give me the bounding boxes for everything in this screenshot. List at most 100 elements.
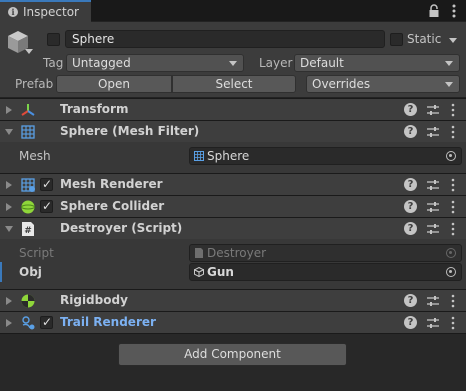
icon-dropdown-arrow-icon[interactable]	[25, 49, 33, 55]
enabled-checkbox[interactable]	[40, 177, 53, 191]
enabled-checkbox[interactable]	[40, 199, 53, 213]
static-dropdown-arrow-icon[interactable]	[449, 38, 457, 44]
prefab-label: Prefab	[15, 77, 54, 91]
preset-sliders-icon[interactable]	[426, 294, 440, 308]
name-field[interactable]: Sphere	[65, 30, 385, 48]
layer-dropdown[interactable]: Default	[294, 54, 460, 72]
prefab-overrides-dropdown[interactable]: Overrides	[306, 75, 460, 93]
tag-label: Tag	[43, 56, 64, 70]
help-icon[interactable]: ?	[404, 222, 417, 235]
component-menu-icon[interactable]	[450, 178, 456, 192]
component-mesh-filter[interactable]: Sphere (Mesh Filter) ?	[0, 120, 466, 142]
component-menu-icon[interactable]	[450, 222, 456, 236]
component-title: Sphere (Mesh Filter)	[60, 124, 200, 138]
component-menu-icon[interactable]	[450, 200, 456, 214]
object-picker-icon[interactable]	[446, 151, 456, 161]
object-picker-icon[interactable]	[446, 267, 456, 277]
component-transform[interactable]: Transform ?	[0, 98, 466, 120]
script-value: Destroyer	[207, 246, 267, 260]
help-icon[interactable]: ?	[404, 200, 417, 213]
tab-inspector[interactable]: i Inspector	[0, 0, 91, 22]
preset-sliders-icon[interactable]	[426, 222, 440, 236]
static-checkbox[interactable]	[390, 33, 403, 46]
component-menu-icon[interactable]	[450, 316, 456, 330]
static-label: Static	[407, 32, 442, 46]
component-menu-icon[interactable]	[450, 103, 456, 117]
obj-value: Gun	[207, 265, 234, 279]
obj-object-field[interactable]: Gun	[189, 263, 462, 281]
svg-text:#: #	[24, 226, 32, 236]
preset-sliders-icon[interactable]	[426, 178, 440, 192]
overrides-label: Overrides	[312, 77, 371, 91]
tag-value: Untagged	[72, 56, 131, 70]
gameobject-cube-icon	[194, 267, 204, 277]
component-title: Trail Renderer	[60, 315, 156, 329]
component-title: Mesh Renderer	[60, 177, 163, 191]
mesh-renderer-icon	[21, 178, 35, 192]
script-object-field: Destroyer	[189, 244, 462, 262]
csharp-script-icon: #	[22, 222, 34, 236]
gameobject-header: Sphere Static Tag Untagged Layer Default…	[0, 22, 466, 98]
preset-sliders-icon[interactable]	[426, 200, 440, 214]
rigidbody-icon	[21, 294, 35, 308]
component-menu-icon[interactable]	[450, 294, 456, 308]
add-component-button[interactable]: Add Component	[118, 343, 347, 366]
mesh-grid-icon	[194, 151, 204, 161]
component-title: Destroyer (Script)	[60, 221, 183, 235]
foldout-arrow-icon[interactable]	[5, 129, 13, 135]
trail-renderer-icon	[22, 316, 35, 330]
tab-label: Inspector	[23, 5, 79, 19]
component-rigidbody[interactable]: Rigidbody ?	[0, 289, 466, 311]
foldout-arrow-icon[interactable]	[5, 226, 13, 232]
mesh-label: Mesh	[19, 149, 51, 163]
preset-sliders-icon[interactable]	[426, 103, 440, 117]
prefab-open-button[interactable]: Open	[56, 75, 172, 93]
mesh-object-field[interactable]: Sphere	[189, 147, 462, 165]
component-sphere-collider[interactable]: Sphere Collider ?	[0, 195, 466, 217]
object-picker-icon	[446, 248, 456, 258]
component-title: Rigidbody	[60, 293, 128, 307]
mesh-filter-body: Mesh Sphere	[0, 142, 466, 173]
destroyer-body: Script Destroyer Obj Gun	[0, 239, 466, 289]
foldout-arrow-icon[interactable]	[6, 319, 12, 327]
script-label: Script	[19, 246, 54, 260]
active-checkbox[interactable]	[47, 33, 60, 46]
prefab-select-button[interactable]: Select	[172, 75, 296, 93]
mesh-grid-icon	[21, 125, 35, 139]
help-icon[interactable]: ?	[404, 125, 417, 138]
foldout-arrow-icon[interactable]	[6, 181, 12, 189]
chevron-down-icon	[229, 61, 237, 66]
component-trail-renderer[interactable]: Trail Renderer ?	[0, 311, 466, 333]
component-title: Transform	[60, 102, 129, 116]
selection-indicator	[0, 262, 2, 282]
help-icon[interactable]: ?	[404, 103, 417, 116]
script-file-icon	[195, 248, 203, 258]
component-mesh-renderer[interactable]: Mesh Renderer ?	[0, 173, 466, 195]
component-menu-icon[interactable]	[450, 125, 456, 139]
obj-label: Obj	[19, 265, 42, 279]
sphere-collider-icon	[21, 200, 35, 214]
foldout-arrow-icon[interactable]	[6, 203, 12, 211]
chevron-down-icon	[445, 82, 453, 87]
foldout-arrow-icon[interactable]	[6, 297, 12, 305]
chevron-down-icon	[445, 61, 453, 66]
help-icon[interactable]: ?	[404, 178, 417, 191]
help-icon[interactable]: ?	[404, 316, 417, 329]
info-icon: i	[8, 7, 18, 17]
tab-bar: i Inspector	[0, 0, 466, 22]
tag-dropdown[interactable]: Untagged	[66, 54, 244, 72]
component-destroyer-script[interactable]: # Destroyer (Script) ?	[0, 217, 466, 239]
divider	[0, 333, 466, 334]
preset-sliders-icon[interactable]	[426, 125, 440, 139]
foldout-arrow-icon[interactable]	[6, 106, 12, 114]
kebab-menu-icon[interactable]	[448, 3, 460, 19]
help-icon[interactable]: ?	[404, 294, 417, 307]
layer-label: Layer	[259, 56, 293, 70]
enabled-checkbox[interactable]	[40, 315, 53, 329]
layer-value: Default	[300, 56, 344, 70]
mesh-value: Sphere	[207, 149, 250, 163]
component-title: Sphere Collider	[60, 199, 165, 213]
preset-sliders-icon[interactable]	[426, 316, 440, 330]
transform-axes-icon	[21, 104, 35, 116]
lock-icon[interactable]	[428, 4, 440, 18]
